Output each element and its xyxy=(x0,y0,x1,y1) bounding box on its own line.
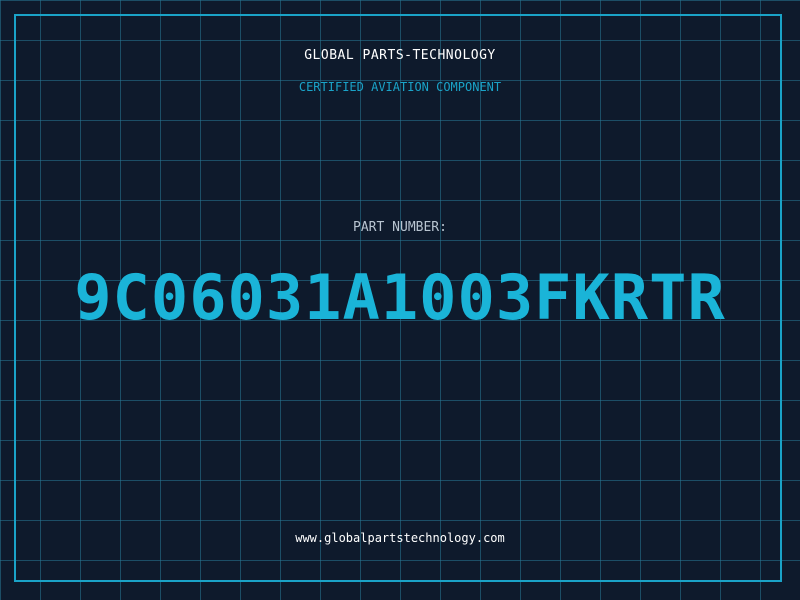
company-name: GLOBAL PARTS-TECHNOLOGY xyxy=(304,48,496,63)
certification-tagline: CERTIFIED AVIATION COMPONENT xyxy=(298,80,502,94)
part-label-card: GLOBAL PARTS-TECHNOLOGY CERTIFIED AVIATI… xyxy=(0,0,800,600)
part-number-value: 9C06031A1003FKRTR xyxy=(74,261,726,334)
part-number-label: PART NUMBER: xyxy=(353,220,447,235)
website-url: www.globalpartstechnology.com xyxy=(295,531,505,545)
